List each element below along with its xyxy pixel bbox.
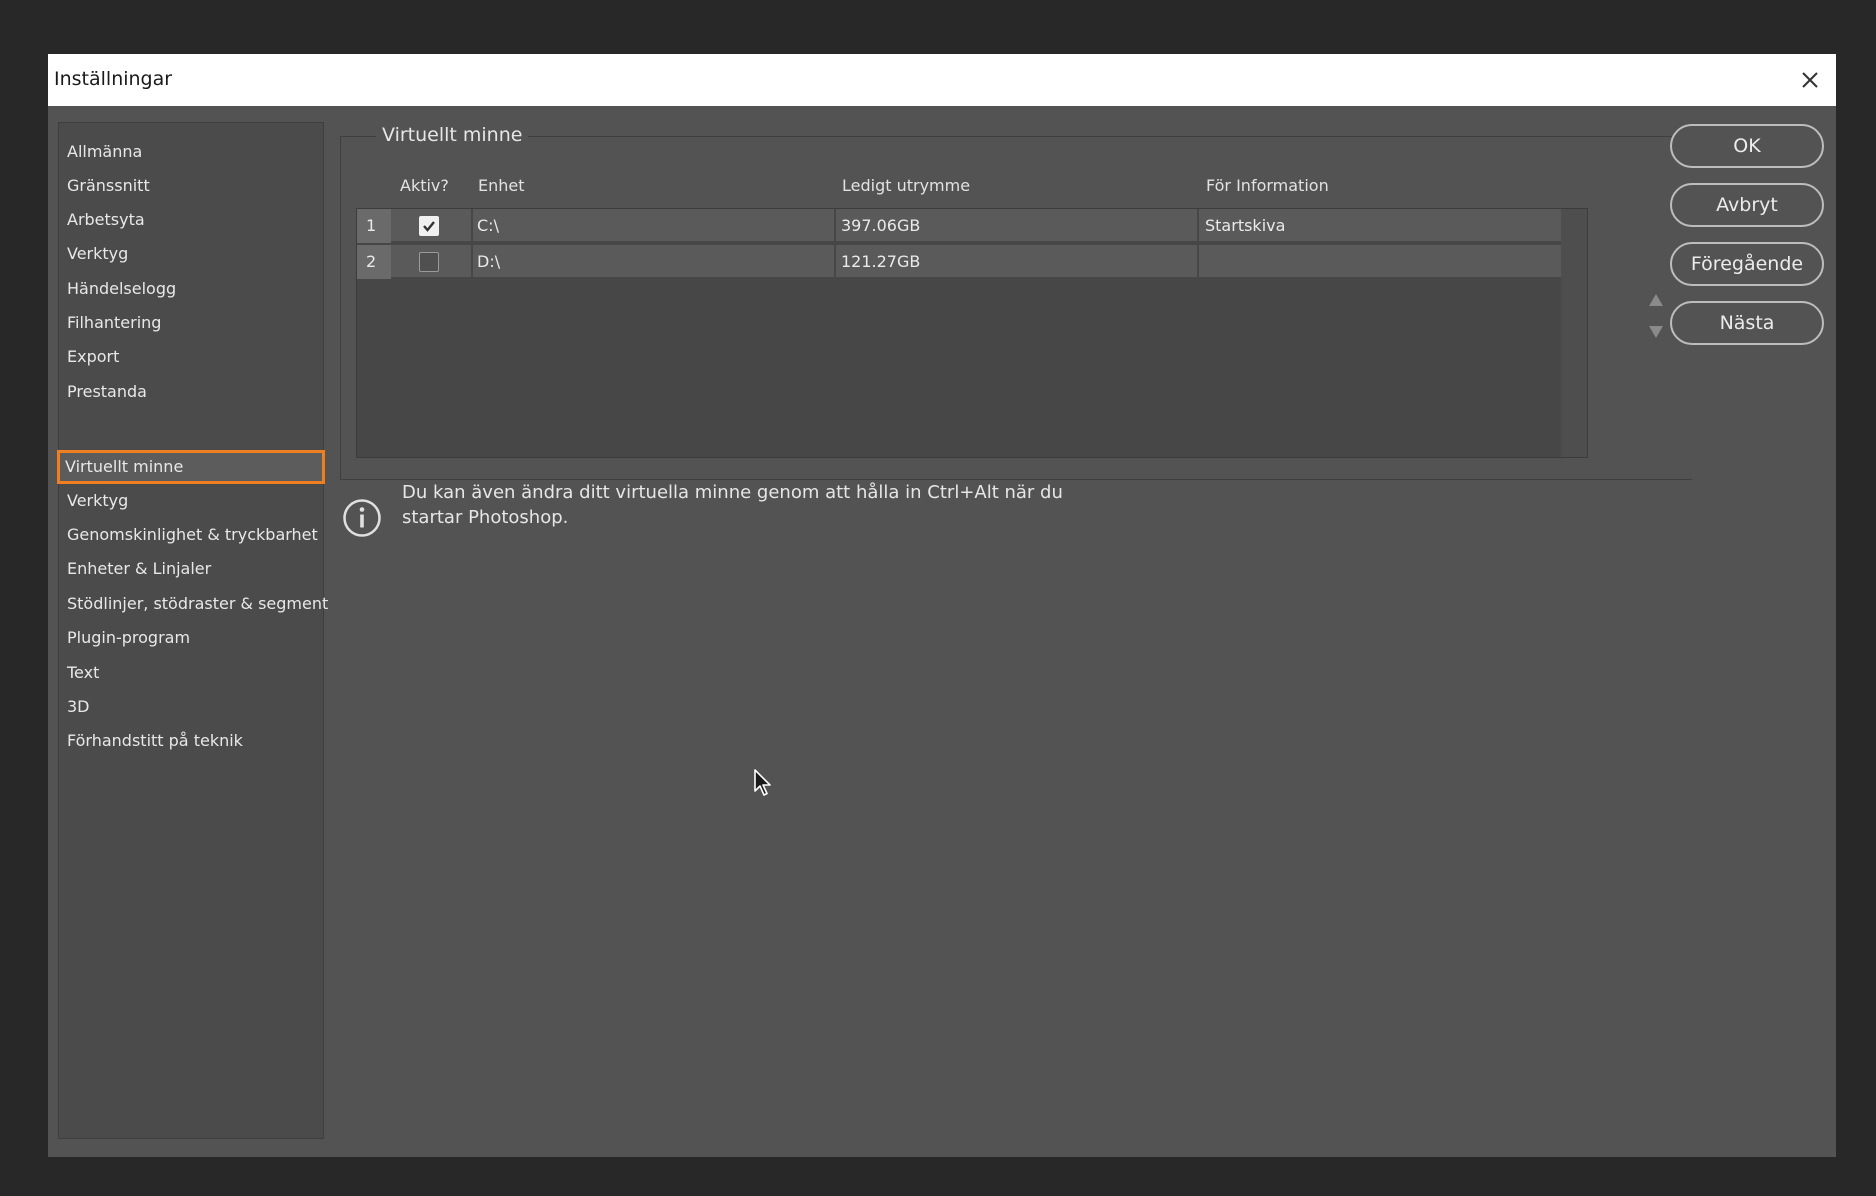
info-icon — [343, 499, 381, 537]
sidebar-item-label: Gränssnitt — [67, 176, 150, 195]
table-scrollbar[interactable] — [1561, 209, 1587, 457]
sidebar-item-label: Plugin-program — [67, 628, 191, 647]
sidebar-item-general[interactable]: Allmänna — [59, 135, 325, 169]
triangle-up-icon[interactable] — [1647, 292, 1665, 308]
drive-cell: C:\ — [477, 216, 499, 235]
scratch-disks-group-title: Virtuellt minne — [376, 124, 529, 146]
sidebar-item-technology-previews[interactable]: Förhandstitt på teknik — [59, 724, 325, 758]
sidebar-item-scratch-disks[interactable]: Virtuellt minne — [57, 450, 325, 484]
sidebar-item-units-rulers[interactable]: Enheter & Linjaler — [59, 552, 325, 586]
sidebar-item-label: Text — [67, 663, 100, 682]
info-cell: Startskiva — [1205, 216, 1286, 235]
column-header-info[interactable]: För Information — [1206, 176, 1329, 195]
checkmark-icon — [423, 221, 435, 232]
sidebar-item-3d[interactable]: 3D — [59, 690, 325, 724]
sidebar-item-label: Allmänna — [67, 142, 143, 161]
category-sidebar: Allmänna Gränssnitt Arbetsyta Verktyg Hä… — [57, 122, 329, 1139]
sidebar-item-label: 3D — [67, 697, 90, 716]
column-separator — [834, 245, 836, 279]
sidebar-item-file-handling[interactable]: Filhantering — [59, 306, 325, 340]
sidebar-item-label: Filhantering — [67, 313, 162, 332]
sidebar-item-transparency-gamut[interactable]: Genomskinlighet & tryckbarhet — [59, 518, 325, 552]
close-button[interactable] — [1792, 62, 1828, 98]
sidebar-item-workspace[interactable]: Arbetsyta — [59, 203, 325, 237]
column-header-free-space[interactable]: Ledigt utrymme — [842, 176, 970, 195]
free-space-cell: 121.27GB — [841, 252, 921, 271]
sidebar-item-performance[interactable]: Prestanda — [59, 375, 325, 409]
sidebar-item-label: Händelselogg — [67, 279, 177, 298]
column-header-drive[interactable]: Enhet — [478, 176, 525, 195]
active-checkbox[interactable] — [419, 252, 439, 272]
ok-button[interactable]: OK — [1670, 124, 1824, 168]
scratch-disk-table: 1 C:\ 397.06GB Startskiva 2 D:\ 121.27GB — [356, 208, 1588, 458]
title-bar: Inställningar — [48, 54, 1836, 106]
column-separator — [1197, 209, 1199, 243]
sidebar-item-history-log[interactable]: Händelselogg — [59, 272, 325, 306]
active-cell — [393, 245, 471, 279]
row-number: 2 — [357, 245, 391, 279]
group-border-left — [340, 136, 341, 480]
triangle-down-icon[interactable] — [1647, 324, 1665, 340]
table-row[interactable]: 1 C:\ 397.06GB Startskiva — [357, 209, 1563, 243]
mouse-cursor-icon — [754, 769, 771, 796]
row-number: 1 — [357, 209, 391, 243]
sidebar-item-guides-grid-slices[interactable]: Stödlinjer, stödraster & segment — [59, 587, 329, 621]
sidebar-item-label: Förhandstitt på teknik — [67, 731, 243, 750]
sidebar-item-label: Genomskinlighet & tryckbarhet — [67, 525, 318, 544]
sidebar-item-label: Verktyg — [67, 244, 129, 263]
sidebar-item-plugins[interactable]: Plugin-program — [59, 621, 325, 655]
column-separator — [1197, 245, 1199, 279]
sidebar-item-label: Stödlinjer, stödraster & segment — [67, 594, 329, 613]
close-icon — [1802, 72, 1818, 88]
free-space-cell: 397.06GB — [841, 216, 921, 235]
sidebar-item-interface[interactable]: Gränssnitt — [59, 169, 325, 203]
column-separator — [471, 245, 473, 279]
column-header-active[interactable]: Aktiv? — [400, 176, 449, 195]
preferences-dialog: Inställningar Allmänna Gränssnitt Arbets… — [48, 54, 1836, 1157]
table-row[interactable]: 2 D:\ 121.27GB — [357, 245, 1563, 279]
next-button[interactable]: Nästa — [1670, 301, 1824, 345]
sidebar-item-label: Prestanda — [67, 382, 147, 401]
column-separator — [471, 209, 473, 243]
sidebar-item-label: Export — [67, 347, 120, 366]
active-cell — [393, 209, 471, 243]
previous-button[interactable]: Föregående — [1670, 242, 1824, 286]
sidebar-item-export[interactable]: Export — [59, 340, 325, 374]
sidebar-item-label: Arbetsyta — [67, 210, 145, 229]
group-border-top — [340, 136, 1692, 137]
dialog-title: Inställningar — [54, 68, 173, 90]
sidebar-item-label: Virtuellt minne — [65, 457, 184, 476]
active-checkbox[interactable] — [419, 216, 439, 236]
drive-cell: D:\ — [477, 252, 501, 271]
sidebar-item-tools[interactable]: Verktyg — [59, 237, 325, 271]
cancel-button[interactable]: Avbryt — [1670, 183, 1824, 227]
info-message: Du kan även ändra ditt virtuella minne g… — [402, 482, 1063, 528]
sidebar-item-tools-2[interactable]: Verktyg — [59, 484, 325, 518]
sidebar-item-label: Verktyg — [67, 491, 129, 510]
sidebar-item-type[interactable]: Text — [59, 656, 325, 690]
column-separator — [834, 209, 836, 243]
sidebar-item-label: Enheter & Linjaler — [67, 559, 212, 578]
